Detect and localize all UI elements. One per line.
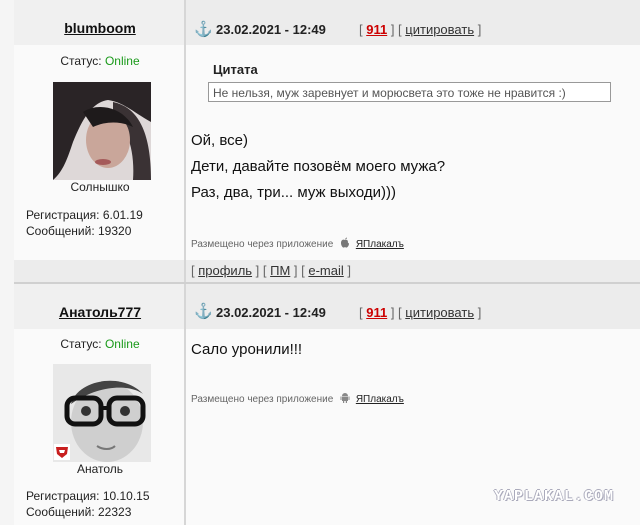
avatar[interactable] [53, 364, 151, 462]
post-links: [ 911 ] [ цитировать ] [359, 22, 482, 37]
post-number-link[interactable]: 911 [366, 22, 387, 37]
user-meta: Регистрация: 6.01.19 Сообщений: 19320 [26, 207, 143, 239]
author-info: Статус: Online Анатоль Регистрация: 10.1… [14, 329, 186, 525]
posted-via: Размещено через приложение ЯПлакалъ [191, 392, 404, 405]
quote-title: Цитата [213, 62, 258, 77]
post-date: 23.02.2021 - 12:49 [216, 22, 326, 37]
message-count: Сообщений: 22323 [26, 505, 132, 519]
author-header-cell: Анатоль777 [14, 284, 186, 329]
posted-via-label: Размещено через приложение [191, 239, 334, 250]
post-number-link[interactable]: 911 [366, 305, 387, 320]
post-body: Цитата Не нельзя, муж заревнует и морюсв… [186, 45, 640, 260]
posted-via: Размещено через приложение ЯПлакалъ [191, 237, 404, 250]
user-meta: Регистрация: 10.10.15 Сообщений: 22323 [26, 488, 150, 520]
username-link[interactable]: Анатоль777 [14, 304, 186, 320]
status-label: Статус: [60, 54, 102, 68]
post-date: 23.02.2021 - 12:49 [216, 305, 326, 320]
post-links: [ 911 ] [ цитировать ] [359, 305, 482, 320]
message-line: Ой, все) [191, 132, 249, 149]
profile-link[interactable]: профиль [198, 263, 252, 278]
site-watermark: YAPLAKAL.COM [493, 488, 614, 505]
author-header-cell: blumboom [14, 0, 186, 45]
posted-via-label: Размещено через приложение [191, 394, 334, 405]
email-link[interactable]: e-mail [308, 263, 343, 278]
user-status: Статус: Online [14, 337, 186, 351]
post-1: blumboom ⚓ 23.02.2021 - 12:49 [ 911 ] [ … [14, 0, 640, 284]
message-line: Сало уронили!!! [191, 341, 303, 358]
avatar-photo-icon [53, 82, 151, 180]
avatar[interactable] [53, 82, 151, 180]
post-header: ⚓ 23.02.2021 - 12:49 [ 911 ] [ цитироват… [186, 0, 640, 45]
username-link[interactable]: blumboom [14, 20, 186, 36]
message-text: Ой, все) Дети, давайте позовём моего муж… [191, 128, 445, 206]
apple-icon [341, 237, 350, 248]
quote-link[interactable]: цитировать [405, 305, 474, 320]
footer-links: [ профиль ] [ ПМ ] [ e-mail ] [191, 263, 352, 278]
post-footer: [ профиль ] [ ПМ ] [ e-mail ] [186, 260, 640, 282]
post-header: ⚓ 23.02.2021 - 12:49 [ 911 ] [ цитироват… [186, 284, 640, 329]
user-status: Статус: Online [14, 54, 186, 68]
status-label: Статус: [60, 337, 102, 351]
quote-box: Не нельзя, муж заревнует и морюсвета это… [208, 82, 611, 102]
message-line: Дети, давайте позовём моего мужа? [191, 158, 446, 175]
android-icon [340, 393, 350, 403]
footer-left [14, 260, 186, 282]
message-text: Сало уронили!!! [191, 337, 302, 363]
message-line: Раз, два, три... муж выходи))) [191, 184, 396, 201]
avatar-caption: Анатоль [76, 462, 124, 476]
status-value: Online [104, 337, 140, 351]
status-value: Online [104, 54, 140, 68]
app-link[interactable]: ЯПлакалъ [356, 239, 404, 250]
anchor-icon[interactable]: ⚓ [194, 20, 213, 38]
anchor-icon[interactable]: ⚓ [194, 302, 213, 320]
club-badge-icon [54, 444, 70, 460]
message-count: Сообщений: 19320 [26, 224, 132, 238]
quote-link[interactable]: цитировать [405, 22, 474, 37]
avatar-caption: Солнышко [70, 180, 130, 194]
pm-link[interactable]: ПМ [270, 263, 290, 278]
registration-date: Регистрация: 6.01.19 [26, 208, 143, 222]
app-link[interactable]: ЯПлакалъ [356, 394, 404, 405]
author-info: Статус: Online Солнышко Регистрация: 6.0… [14, 45, 186, 260]
registration-date: Регистрация: 10.10.15 [26, 489, 150, 503]
